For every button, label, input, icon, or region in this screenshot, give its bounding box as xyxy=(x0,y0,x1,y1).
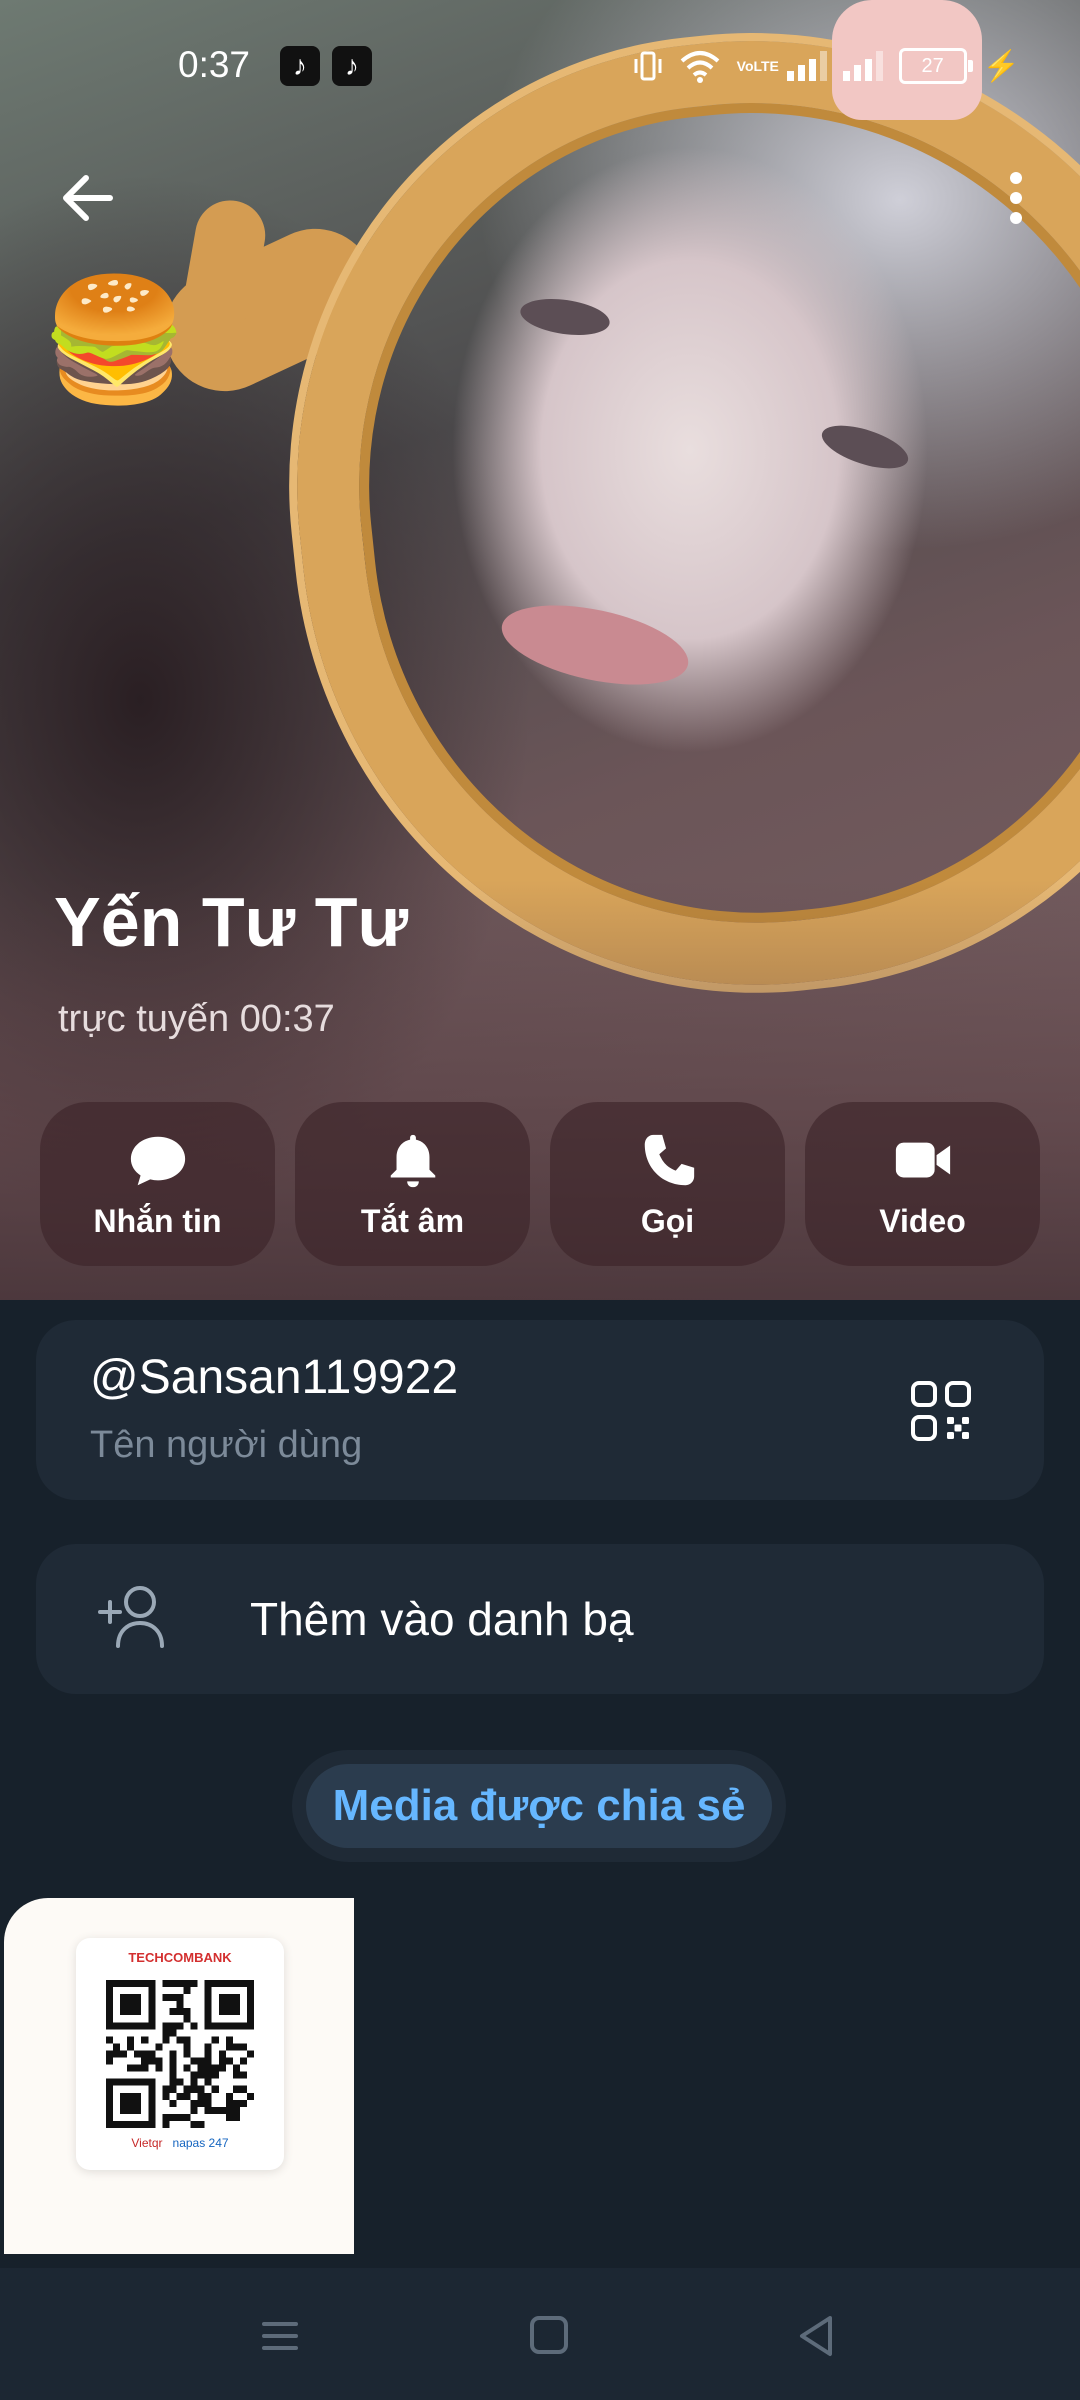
add-contact-label: Thêm vào danh bạ xyxy=(250,1593,634,1645)
more-vertical-icon xyxy=(1010,172,1022,224)
signal-2-icon xyxy=(842,51,883,81)
bank-qr-card: TECHCOMBANK Vietqr napas 247 xyxy=(76,1938,284,2170)
add-contact-button[interactable]: Thêm vào danh bạ xyxy=(36,1544,1044,1694)
more-options-button[interactable] xyxy=(988,166,1044,230)
status-bar: 0:37 ♪ ♪ VoLTE 27 ⚡ xyxy=(0,0,1080,136)
call-button-label: Gọi xyxy=(640,1202,695,1239)
square-home-icon xyxy=(530,2316,568,2354)
mute-button-label: Tắt âm xyxy=(360,1202,465,1239)
mute-button[interactable]: Tắt âm xyxy=(295,1102,530,1266)
tiktok-lite-icon: ♪ xyxy=(332,46,372,86)
bank-name: TECHCOMBANK xyxy=(128,1950,232,1965)
decor-frame xyxy=(253,0,1080,1030)
shared-media-tab[interactable]: Media được chia sẻ xyxy=(306,1764,772,1848)
tiktok-icon: ♪ xyxy=(280,46,320,86)
recent-apps-button[interactable] xyxy=(252,2308,308,2364)
status-time: 0:37 xyxy=(178,44,251,85)
volte-label: VoLTE xyxy=(736,57,779,74)
message-button-label: Nhắn tin xyxy=(93,1202,222,1239)
video-button-label: Video xyxy=(879,1202,966,1239)
profile-status: trực tuyến 00:37 xyxy=(58,998,335,1040)
username-value[interactable]: @Sansan119922 xyxy=(90,1350,458,1405)
vibrate-icon xyxy=(634,51,662,81)
qr-code-button[interactable] xyxy=(910,1380,972,1442)
call-button[interactable]: Gọi xyxy=(550,1102,785,1266)
qr-footer: Vietqr napas 247 xyxy=(76,2136,284,2150)
wifi-icon xyxy=(680,51,719,83)
charging-icon: ⚡ xyxy=(982,49,1020,83)
profile-name: Yến Tư Tư xyxy=(54,883,409,961)
username-card[interactable]: @Sansan119922 Tên người dùng xyxy=(36,1320,1044,1500)
video-camera-icon xyxy=(895,1142,950,1177)
bell-icon xyxy=(390,1134,435,1187)
napas-logo: napas 247 xyxy=(172,2136,229,2150)
home-button[interactable] xyxy=(520,2308,576,2364)
battery-icon: 27 xyxy=(898,48,973,84)
triangle-back-icon xyxy=(800,2316,832,2356)
phone-icon xyxy=(644,1134,694,1185)
system-nav-bar xyxy=(0,2268,1080,2400)
menu-lines-icon xyxy=(262,2322,298,2350)
media-thumbnail[interactable]: TECHCOMBANK Vietqr napas 247 xyxy=(4,1898,354,2254)
back-button[interactable] xyxy=(56,166,120,230)
action-buttons: Nhắn tin Tắt âm Gọi Video xyxy=(40,1102,1040,1266)
video-button[interactable]: Video xyxy=(805,1102,1040,1266)
back-nav-button[interactable] xyxy=(788,2308,844,2364)
qr-code-icon xyxy=(911,1381,971,1441)
add-person-icon xyxy=(98,1586,164,1648)
status-indicators: VoLTE 27 ⚡ xyxy=(633,48,1020,84)
chat-bubble-icon xyxy=(130,1136,185,1185)
shared-media-tabs: Media được chia sẻ xyxy=(292,1750,786,1862)
signal-1-icon xyxy=(786,51,827,81)
vietqr-logo: Vietqr xyxy=(131,2136,163,2150)
burger-sticker-icon: 🍔 xyxy=(40,273,190,407)
arrow-left-icon xyxy=(63,175,113,221)
shared-media-tab-label: Media được chia sẻ xyxy=(332,1781,746,1830)
username-caption: Tên người dùng xyxy=(90,1424,363,1466)
qr-code-image xyxy=(106,1980,254,2128)
message-button[interactable]: Nhắn tin xyxy=(40,1102,275,1266)
